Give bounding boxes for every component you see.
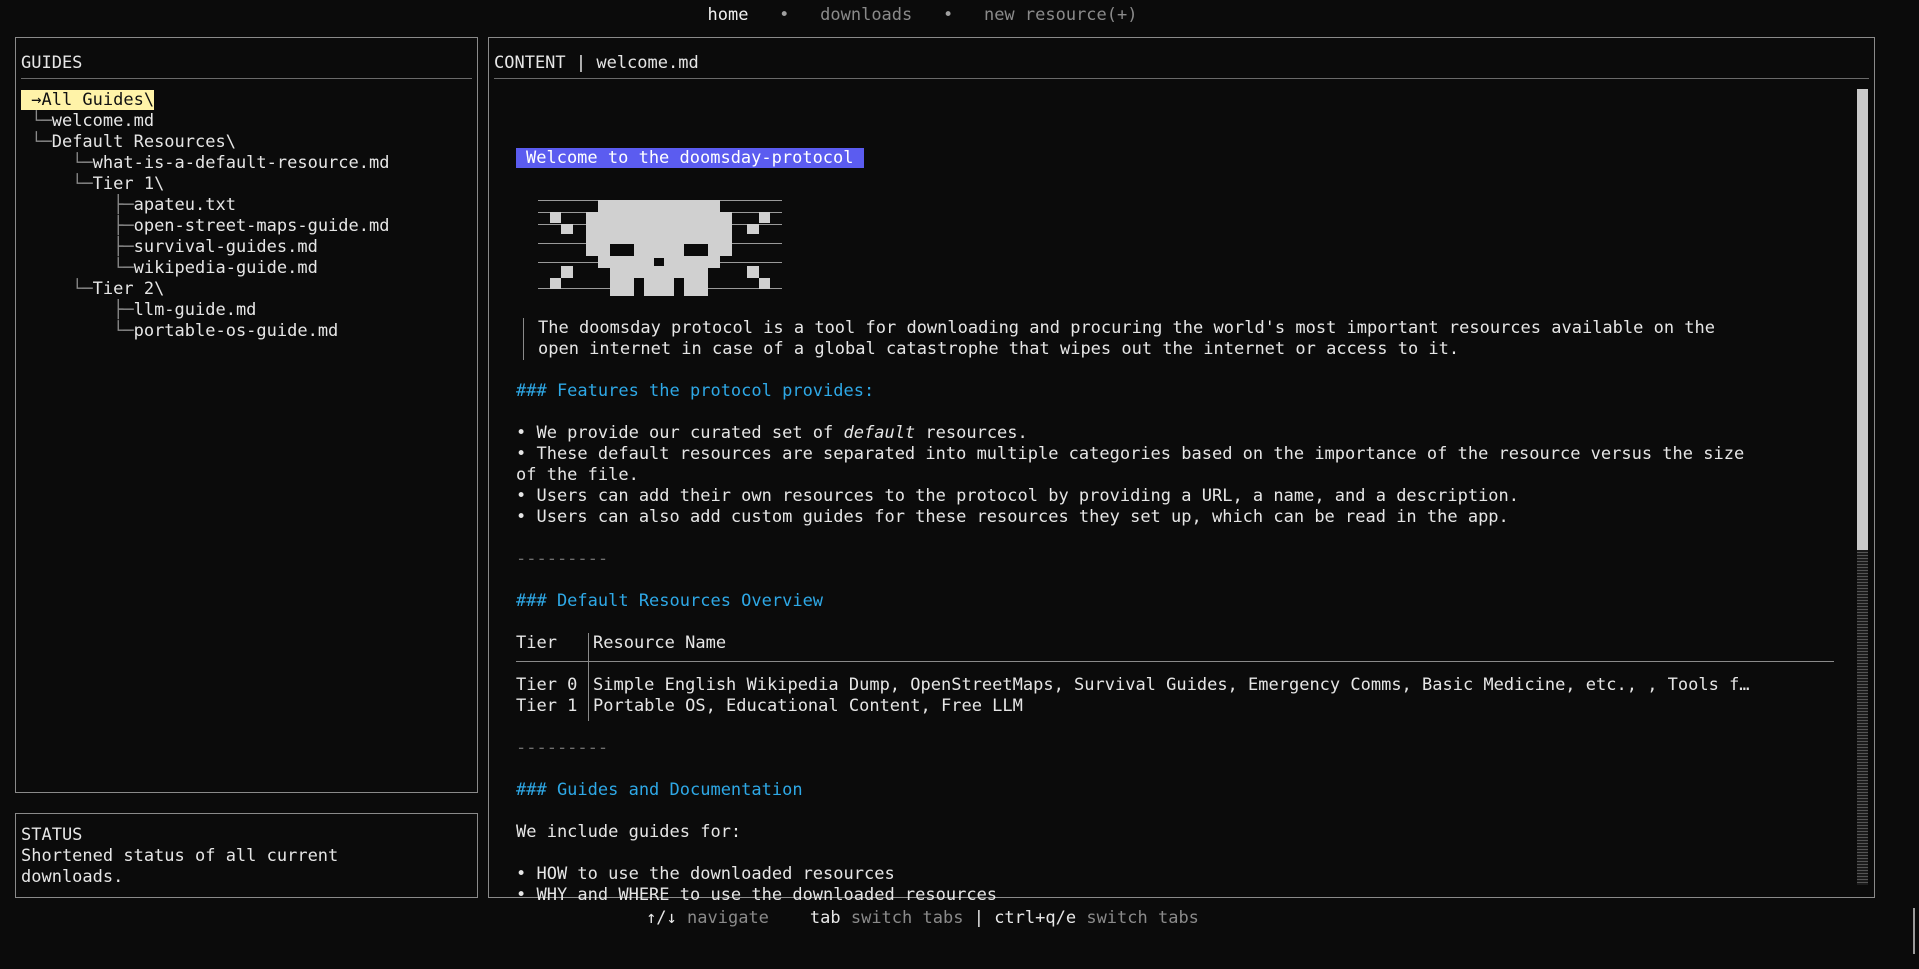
tree-item-default-resources[interactable]: └─Default Resources\ xyxy=(21,132,236,153)
blockquote-bar xyxy=(523,318,524,360)
tree-item-label: →All Guides\ xyxy=(21,90,155,110)
content-panel[interactable]: CONTENT | welcome.md Welcome to the doom… xyxy=(488,37,1875,905)
status-text-line-2: downloads. xyxy=(21,867,124,887)
tree-branch: └─ xyxy=(21,111,52,131)
scrollbar-thumb[interactable] xyxy=(1857,89,1868,550)
tree-item-label: apateu.txt xyxy=(133,195,236,215)
help-nav-desc: navigate xyxy=(687,908,769,928)
tree-item-label: wikipedia-guide.md xyxy=(133,258,318,278)
guides-title: GUIDES xyxy=(21,53,83,73)
tree-item-label: welcome.md xyxy=(51,111,155,131)
content-divider xyxy=(494,78,1869,79)
horizontal-rule: --------- xyxy=(516,549,609,569)
guides-bullet-1: • HOW to use the downloaded resources xyxy=(516,864,895,884)
tree-item-osm-guide[interactable]: ├─open-street-maps-guide.md xyxy=(21,216,389,237)
status-panel: STATUS Shortened status of all current d… xyxy=(15,813,478,898)
table-header-rule xyxy=(516,661,1834,662)
quote-line-2: open internet in case of a global catast… xyxy=(538,339,1460,359)
tree-item-label: open-street-maps-guide.md xyxy=(133,216,390,236)
feature-bullet-4: • Users can also add custom guides for t… xyxy=(516,507,1509,527)
nav-separator: • xyxy=(779,5,790,25)
skull-art xyxy=(538,200,782,296)
help-ctrl-desc: switch tabs xyxy=(1086,908,1199,928)
tree-item-welcome[interactable]: └─welcome.md xyxy=(21,111,154,132)
feature-bullet-2: • These default resources are separated … xyxy=(516,444,1745,464)
tree-branch: └─ xyxy=(21,132,52,152)
feature-bullet-2-cont: of the file. xyxy=(516,465,639,485)
tree-item-wikipedia-guide[interactable]: └─wikipedia-guide.md xyxy=(21,258,318,279)
help-nav-key: ↑/↓ xyxy=(646,908,677,928)
tree-item-label: Tier 1\ xyxy=(92,174,165,194)
features-heading: ### Features the protocol provides: xyxy=(516,381,875,401)
tree-item-what-is-default[interactable]: └─what-is-a-default-resource.md xyxy=(21,153,389,174)
tree-item-apateu[interactable]: ├─apateu.txt xyxy=(21,195,236,216)
tree-item-label: llm-guide.md xyxy=(133,300,257,320)
tree-item-label: Tier 2\ xyxy=(92,279,165,299)
tree-item-label: Default Resources\ xyxy=(51,132,236,152)
table-column-divider xyxy=(588,633,589,721)
tree-item-tier-1[interactable]: └─Tier 1\ xyxy=(21,174,164,195)
tree-item-llm-guide[interactable]: ├─llm-guide.md xyxy=(21,300,256,321)
tab-home[interactable]: home xyxy=(708,5,749,25)
tree-branch: ├─ xyxy=(21,237,134,257)
tree-item-label: what-is-a-default-resource.md xyxy=(92,153,390,173)
tree-item-label: survival-guides.md xyxy=(133,237,318,257)
tree-item-survival-guides[interactable]: ├─survival-guides.md xyxy=(21,237,318,258)
overview-heading: ### Default Resources Overview xyxy=(516,591,824,611)
table-cell-resources: Portable OS, Educational Content, Free L… xyxy=(593,696,1023,716)
status-text-line-1: Shortened status of all current xyxy=(21,846,339,866)
help-tab-desc: switch tabs xyxy=(850,908,964,928)
nav-separator: • xyxy=(942,5,954,25)
guides-panel[interactable]: GUIDES →All Guides\ └─welcome.md └─Defau… xyxy=(15,37,478,793)
tree-branch: ├─ xyxy=(21,195,134,215)
tree-branch: └─ xyxy=(21,174,93,194)
tab-new-resource[interactable]: new resource(+) xyxy=(984,5,1138,25)
tree-item-tier-2[interactable]: └─Tier 2\ xyxy=(21,279,164,300)
tree-item-portable-os-guide[interactable]: └─portable-os-guide.md xyxy=(21,321,338,342)
status-title: STATUS xyxy=(21,825,83,845)
tree-branch: └─ xyxy=(21,321,134,341)
help-ctrl-key: ctrl+q/e xyxy=(994,908,1077,928)
help-tab-key: tab xyxy=(809,908,841,928)
table-cell-tier: Tier 0 xyxy=(516,675,578,695)
tree-branch: └─ xyxy=(21,258,134,278)
feature-bullet-1: • We provide our curated set of default … xyxy=(516,423,1028,443)
tree-branch: └─ xyxy=(21,153,93,173)
terminal-cursor xyxy=(1913,908,1915,954)
guides-divider xyxy=(21,78,472,79)
content-heading: Welcome to the doomsday-protocol xyxy=(516,148,864,169)
horizontal-rule: --------- xyxy=(516,738,609,758)
table-header-resource: Resource Name xyxy=(593,633,727,653)
guides-heading: ### Guides and Documentation xyxy=(516,780,803,800)
tree-branch: ├─ xyxy=(21,300,134,320)
guides-intro: We include guides for: xyxy=(516,822,742,842)
tree-item-all-guides[interactable]: →All Guides\ xyxy=(21,90,155,111)
tree-branch: ├─ xyxy=(21,216,134,236)
help-divider: | xyxy=(973,908,984,928)
table-cell-tier: Tier 1 xyxy=(516,696,578,716)
content-title: CONTENT | welcome.md xyxy=(494,53,699,73)
quote-line-1: The doomsday protocol is a tool for down… xyxy=(538,318,1716,338)
tree-item-label: portable-os-guide.md xyxy=(133,321,339,341)
tab-downloads[interactable]: downloads xyxy=(820,5,912,25)
feature-bullet-3: • Users can add their own resources to t… xyxy=(516,486,1520,506)
table-header-tier: Tier xyxy=(516,633,557,653)
table-cell-resources: Simple English Wikipedia Dump, OpenStree… xyxy=(593,675,1750,695)
guides-bullet-2: • WHY and WHERE to use the downloaded re… xyxy=(516,885,998,905)
top-nav: home • downloads • new resource(+) xyxy=(0,5,1845,26)
tree-branch: └─ xyxy=(21,279,93,299)
help-bar: ↑/↓ navigate tab switch tabs | ctrl+q/e … xyxy=(0,908,1845,929)
